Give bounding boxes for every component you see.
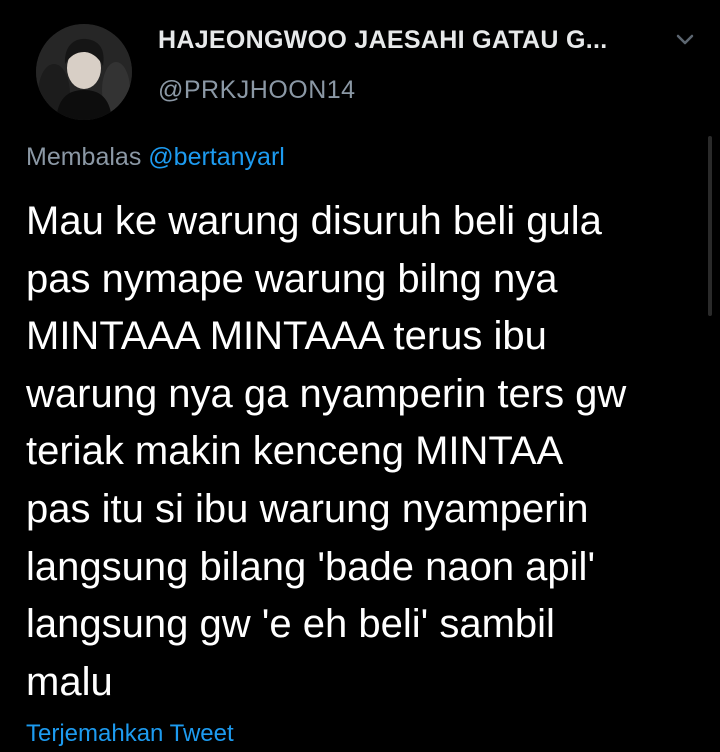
reply-context: Membalas @bertanyarl [26, 143, 285, 172]
avatar-image [36, 24, 132, 120]
reply-mention-link[interactable]: @bertanyarl [148, 143, 285, 171]
tweet-text-line: Mau ke warung disuruh beli gula [26, 199, 602, 243]
tweet-text-line: warung nya ga nyamperin ters gw [26, 371, 627, 416]
tweet-text-line: langsung gw 'e eh beli' sambil [26, 602, 555, 647]
tweet-text-line: malu [26, 659, 113, 704]
display-name[interactable]: HAJEONGWOO JAESAHI GATAU G... [158, 26, 607, 55]
scrollbar[interactable] [708, 136, 712, 316]
tweet-text-line: langsung bilang 'bade naon apil' [26, 544, 596, 589]
avatar[interactable] [36, 24, 132, 120]
tweet-text-line: pas nymape warung bilng nya [26, 256, 558, 301]
tweet-text-line: pas itu si ibu warung nyamperin [26, 486, 589, 531]
tweet-text-line: MINTAAA MINTAAA terus ibu [26, 314, 547, 359]
chevron-down-icon[interactable] [672, 30, 698, 50]
tweet-text: Mau ke warung disuruh beli gula pas nyma… [26, 193, 706, 711]
translate-tweet-link[interactable]: Terjemahkan Tweet [26, 720, 234, 748]
tweet-text-line: teriak makin kenceng MINTAA [26, 429, 564, 474]
reply-prefix: Membalas [26, 143, 142, 171]
user-handle[interactable]: @PRKJHOON14 [158, 76, 356, 105]
